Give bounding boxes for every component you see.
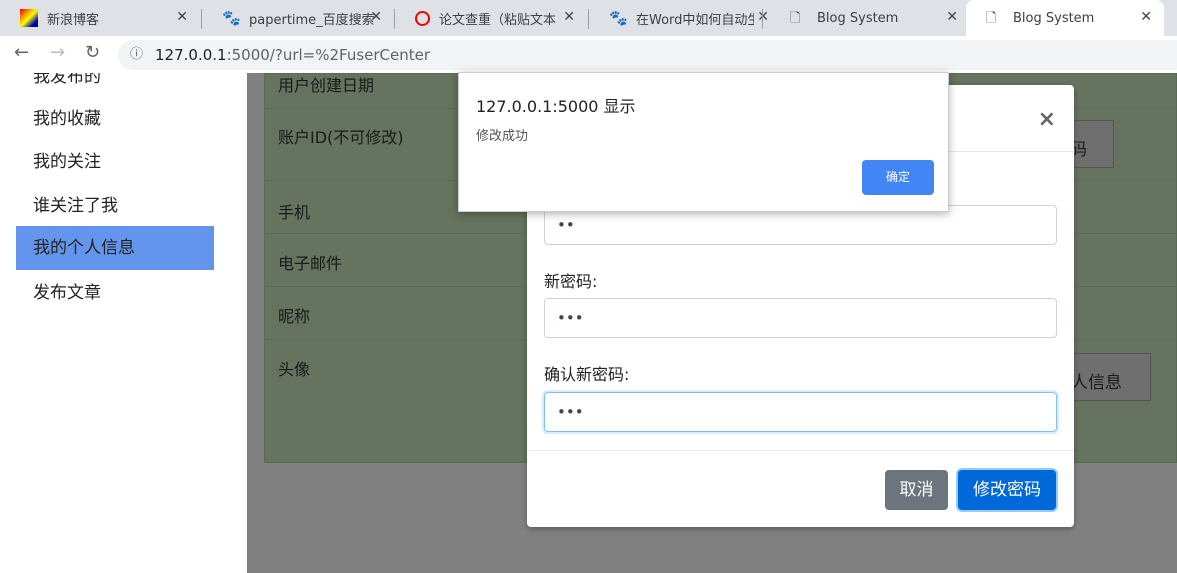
tab-blog-1[interactable]: 🗋 Blog System ✕ bbox=[770, 0, 970, 36]
confirm-password-label: 确认新密码: bbox=[544, 365, 630, 384]
alert-title: 127.0.0.1:5000 显示 bbox=[476, 97, 636, 116]
close-tab-icon[interactable]: ✕ bbox=[1140, 9, 1152, 25]
tab-papertime[interactable]: 🐾 papertime_百度搜索 ✕ bbox=[202, 0, 394, 36]
sidebar-item-followers[interactable]: 谁关注了我 bbox=[16, 184, 214, 228]
tab-sina[interactable]: 新浪博客 ✕ bbox=[0, 0, 200, 36]
cancel-button[interactable]: 取消 bbox=[885, 470, 948, 510]
new-password-input[interactable]: ••• bbox=[544, 298, 1057, 338]
sidebar-item-favorites[interactable]: 我的收藏 bbox=[16, 97, 214, 141]
close-icon[interactable]: × bbox=[1038, 107, 1056, 132]
info-icon: ⓘ bbox=[130, 47, 144, 62]
alert-message: 修改成功 bbox=[476, 129, 529, 144]
sina-blog-icon bbox=[20, 9, 38, 27]
forward-icon[interactable]: → bbox=[50, 42, 65, 63]
alert-dialog: 127.0.0.1:5000 显示 修改成功 确定 bbox=[458, 72, 949, 212]
sidebar-item-my-posts[interactable]: 我发布的 bbox=[16, 73, 214, 99]
tab-checker[interactable]: 论文查重（粘贴文本 ✕ bbox=[395, 0, 587, 36]
submit-password-button[interactable]: 修改密码 bbox=[958, 470, 1056, 510]
page-icon: 🗋 bbox=[986, 11, 997, 26]
page-icon: 🗋 bbox=[790, 11, 801, 26]
baidu-paw-icon: 🐾 bbox=[609, 9, 628, 27]
tab-bar: 新浪博客 ✕ 🐾 papertime_百度搜索 ✕ 论文查重（粘贴文本 ✕ 🐾 在Word… bbox=[0, 0, 1177, 36]
reload-icon[interactable]: ↻ bbox=[85, 42, 100, 63]
sidebar-item-publish[interactable]: 发布文章 bbox=[16, 271, 214, 315]
close-tab-icon[interactable]: ✕ bbox=[757, 9, 769, 25]
new-password-label: 新密码: bbox=[544, 272, 598, 291]
close-tab-icon[interactable]: ✕ bbox=[370, 9, 382, 25]
back-icon[interactable]: ← bbox=[14, 42, 29, 63]
checker-icon bbox=[415, 10, 430, 26]
tab-word[interactable]: 🐾 在Word中如何自动生 ✕ bbox=[589, 0, 781, 36]
sidebar: 我发布的 我的收藏 我的关注 谁关注了我 我的个人信息 发布文章 bbox=[0, 73, 247, 573]
baidu-paw-icon: 🐾 bbox=[222, 9, 241, 27]
tab-blog-active[interactable]: 🗋 Blog System ✕ bbox=[966, 0, 1164, 36]
alert-ok-button[interactable]: 确定 bbox=[862, 160, 934, 195]
sidebar-item-profile[interactable]: 我的个人信息 bbox=[16, 226, 214, 270]
close-tab-icon[interactable]: ✕ bbox=[946, 9, 958, 25]
confirm-password-input[interactable]: ••• bbox=[544, 392, 1057, 432]
close-tab-icon[interactable]: ✕ bbox=[176, 9, 188, 25]
sidebar-item-following[interactable]: 我的关注 bbox=[16, 140, 214, 184]
close-tab-icon[interactable]: ✕ bbox=[563, 9, 575, 25]
